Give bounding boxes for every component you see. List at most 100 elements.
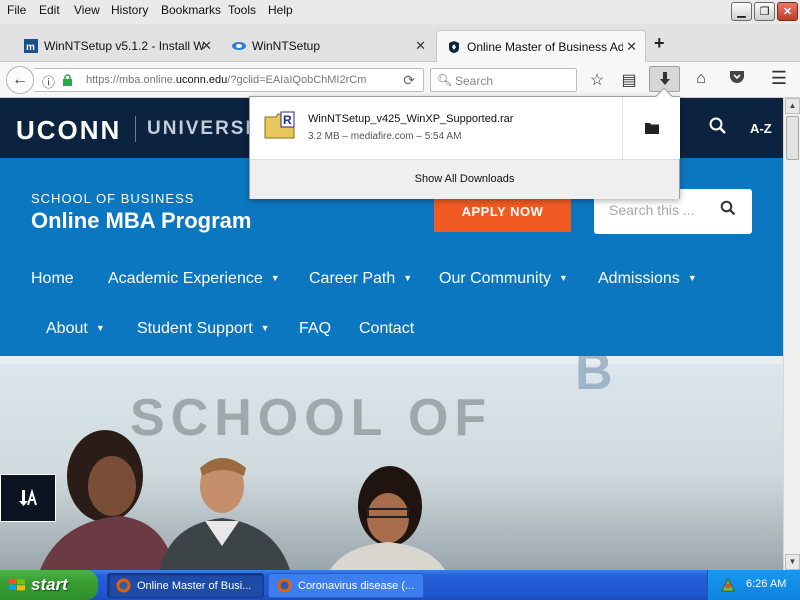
back-button[interactable]: ← — [6, 66, 34, 94]
caret-down-icon: ▼ — [260, 323, 270, 333]
reading-list-icon[interactable]: ▤ — [618, 70, 640, 90]
url-domain: uconn.edu — [175, 74, 228, 86]
tab-label: WinNTSetup v5.1.2 - Install W... — [44, 39, 204, 53]
downloads-panel: R WinNTSetup_v425_WinXP_Supported.rar 3.… — [249, 87, 680, 199]
menu-edit[interactable]: Edit — [39, 3, 60, 17]
caret-down-icon: ▼ — [95, 323, 105, 333]
url-bar[interactable]: ⓘ https://mba.online.uconn.edu/?gclid=EA… — [34, 68, 424, 92]
nav-label: Home — [31, 270, 74, 287]
hamburger-menu-icon[interactable]: ☰ — [768, 68, 790, 89]
menu-help[interactable]: Help — [268, 3, 293, 17]
nav-career-path[interactable]: Career Path ▼ — [309, 270, 412, 288]
download-file-name: WinNTSetup_v425_WinXP_Supported.rar — [308, 113, 514, 125]
clock: 6:26 AM — [746, 578, 787, 590]
restore-button[interactable]: ❐ — [754, 2, 775, 21]
rar-archive-icon: R — [264, 111, 295, 139]
nav-admissions[interactable]: Admissions ▼ — [598, 270, 697, 288]
nav-our-community[interactable]: Our Community ▼ — [439, 270, 568, 288]
menu-tools[interactable]: Tools — [228, 3, 256, 17]
lock-icon — [63, 74, 72, 86]
search-icon[interactable] — [720, 200, 736, 221]
svg-text:R: R — [283, 113, 292, 127]
menu-view[interactable]: View — [74, 3, 100, 17]
tab-winntsetup-install[interactable]: m WinNTSetup v5.1.2 - Install W... ✕ — [14, 30, 220, 62]
winntsetup-icon — [232, 42, 246, 50]
svg-text:m: m — [26, 42, 35, 53]
tab-online-mba[interactable]: Online Master of Business Adm... ✕ — [436, 30, 646, 62]
download-arrow-icon — [659, 72, 670, 85]
new-tab-button[interactable]: + — [654, 33, 665, 54]
scroll-down-icon[interactable]: ▼ — [785, 554, 800, 570]
nav-about[interactable]: About ▼ — [46, 320, 105, 338]
nav-label: Student Support — [137, 320, 253, 337]
start-button[interactable]: start — [0, 570, 98, 600]
site-search-placeholder: Search this ... — [609, 202, 695, 218]
taskbar: start Online Master of Busi... Coronavir… — [0, 570, 800, 600]
firefox-icon — [116, 578, 131, 593]
close-tab-icon[interactable]: ✕ — [415, 38, 426, 54]
school-label: SCHOOL OF BUSINESS — [31, 191, 195, 206]
side-download-widget[interactable] — [0, 474, 56, 522]
close-tab-icon[interactable]: ✕ — [626, 39, 637, 55]
home-icon[interactable]: ⌂ — [690, 70, 712, 88]
info-icon[interactable]: ⓘ — [42, 72, 55, 91]
scroll-thumb[interactable] — [786, 116, 799, 160]
tab-label: WinNTSetup — [252, 39, 321, 53]
taskbar-item-firefox-mba[interactable]: Online Master of Busi... — [107, 573, 264, 598]
back-arrow-icon: ← — [12, 71, 28, 88]
tab-winntsetup[interactable]: WinNTSetup ✕ — [222, 30, 434, 62]
hero-people-illustration — [40, 430, 445, 570]
caret-down-icon: ▼ — [270, 273, 280, 283]
show-all-downloads-button[interactable]: Show All Downloads — [250, 173, 679, 185]
search-icon: 🔍︎ — [437, 73, 453, 87]
pocket-icon[interactable] — [726, 70, 748, 89]
hero-image: SCHOOL OF B — [0, 356, 783, 570]
nav-label: Admissions — [598, 270, 680, 287]
minimize-button[interactable]: ▁ — [731, 2, 752, 21]
menu-file[interactable]: File — [7, 3, 26, 17]
window-controls: ▁ ❐ ✕ — [731, 2, 798, 21]
caret-down-icon: ▼ — [559, 273, 568, 283]
sort-download-icon — [19, 488, 37, 506]
vertical-scrollbar[interactable]: ▲ ▼ — [783, 98, 800, 570]
downloads-footer: Show All Downloads — [250, 159, 679, 199]
task-label: Online Master of Busi... — [137, 579, 252, 592]
taskbar-item-firefox-coronavirus[interactable]: Coronavirus disease (... — [268, 573, 424, 598]
reload-icon[interactable]: ⟳ — [403, 72, 415, 89]
nav-label: Career Path — [309, 270, 396, 287]
close-tab-icon[interactable]: ✕ — [201, 38, 212, 54]
nav-label: Academic Experience — [108, 270, 263, 287]
nav-label: Contact — [359, 320, 415, 337]
header-search-icon[interactable] — [709, 117, 727, 140]
tab-strip: m WinNTSetup v5.1.2 - Install W... ✕ Win… — [0, 24, 800, 62]
firefox-icon — [277, 578, 292, 593]
program-title[interactable]: Online MBA Program — [31, 208, 251, 234]
nav-home[interactable]: Home — [31, 270, 74, 288]
bookmark-star-icon[interactable]: ☆ — [586, 70, 608, 90]
nav-academic-experience[interactable]: Academic Experience ▼ — [108, 270, 280, 288]
nav-contact[interactable]: Contact — [359, 320, 414, 338]
tray-network-icon[interactable] — [720, 577, 736, 593]
nav-faq[interactable]: FAQ — [299, 320, 331, 338]
header-divider — [135, 116, 136, 142]
screen: File Edit View History Bookmarks Tools H… — [0, 0, 800, 600]
a-z-link[interactable]: A-Z — [750, 121, 772, 136]
uconn-logo[interactable]: UCONN — [16, 115, 121, 146]
url-text: https://mba.online.uconn.edu/?gclid=EAIa… — [86, 74, 366, 86]
caret-down-icon: ▼ — [687, 273, 697, 283]
close-button[interactable]: ✕ — [777, 2, 798, 21]
menu-history[interactable]: History — [111, 3, 148, 17]
open-folder-button[interactable] — [622, 97, 680, 159]
menu-bar: File Edit View History Bookmarks Tools H… — [0, 0, 800, 24]
start-label: start — [31, 575, 68, 594]
download-item[interactable]: R WinNTSetup_v425_WinXP_Supported.rar 3.… — [250, 97, 621, 159]
scroll-up-icon[interactable]: ▲ — [785, 98, 800, 114]
uconn-crest-icon — [449, 40, 459, 53]
nav-student-support[interactable]: Student Support ▼ — [137, 320, 270, 338]
search-bar[interactable]: 🔍︎ Search — [430, 68, 577, 92]
nav-toolbar: ⓘ https://mba.online.uconn.edu/?gclid=EA… — [0, 62, 800, 98]
nav-label: FAQ — [299, 320, 332, 337]
windows-logo-icon — [9, 578, 25, 591]
menu-bookmarks[interactable]: Bookmarks — [161, 3, 221, 17]
download-meta: 3.2 MB – mediafire.com – 5:54 AM — [308, 131, 462, 142]
